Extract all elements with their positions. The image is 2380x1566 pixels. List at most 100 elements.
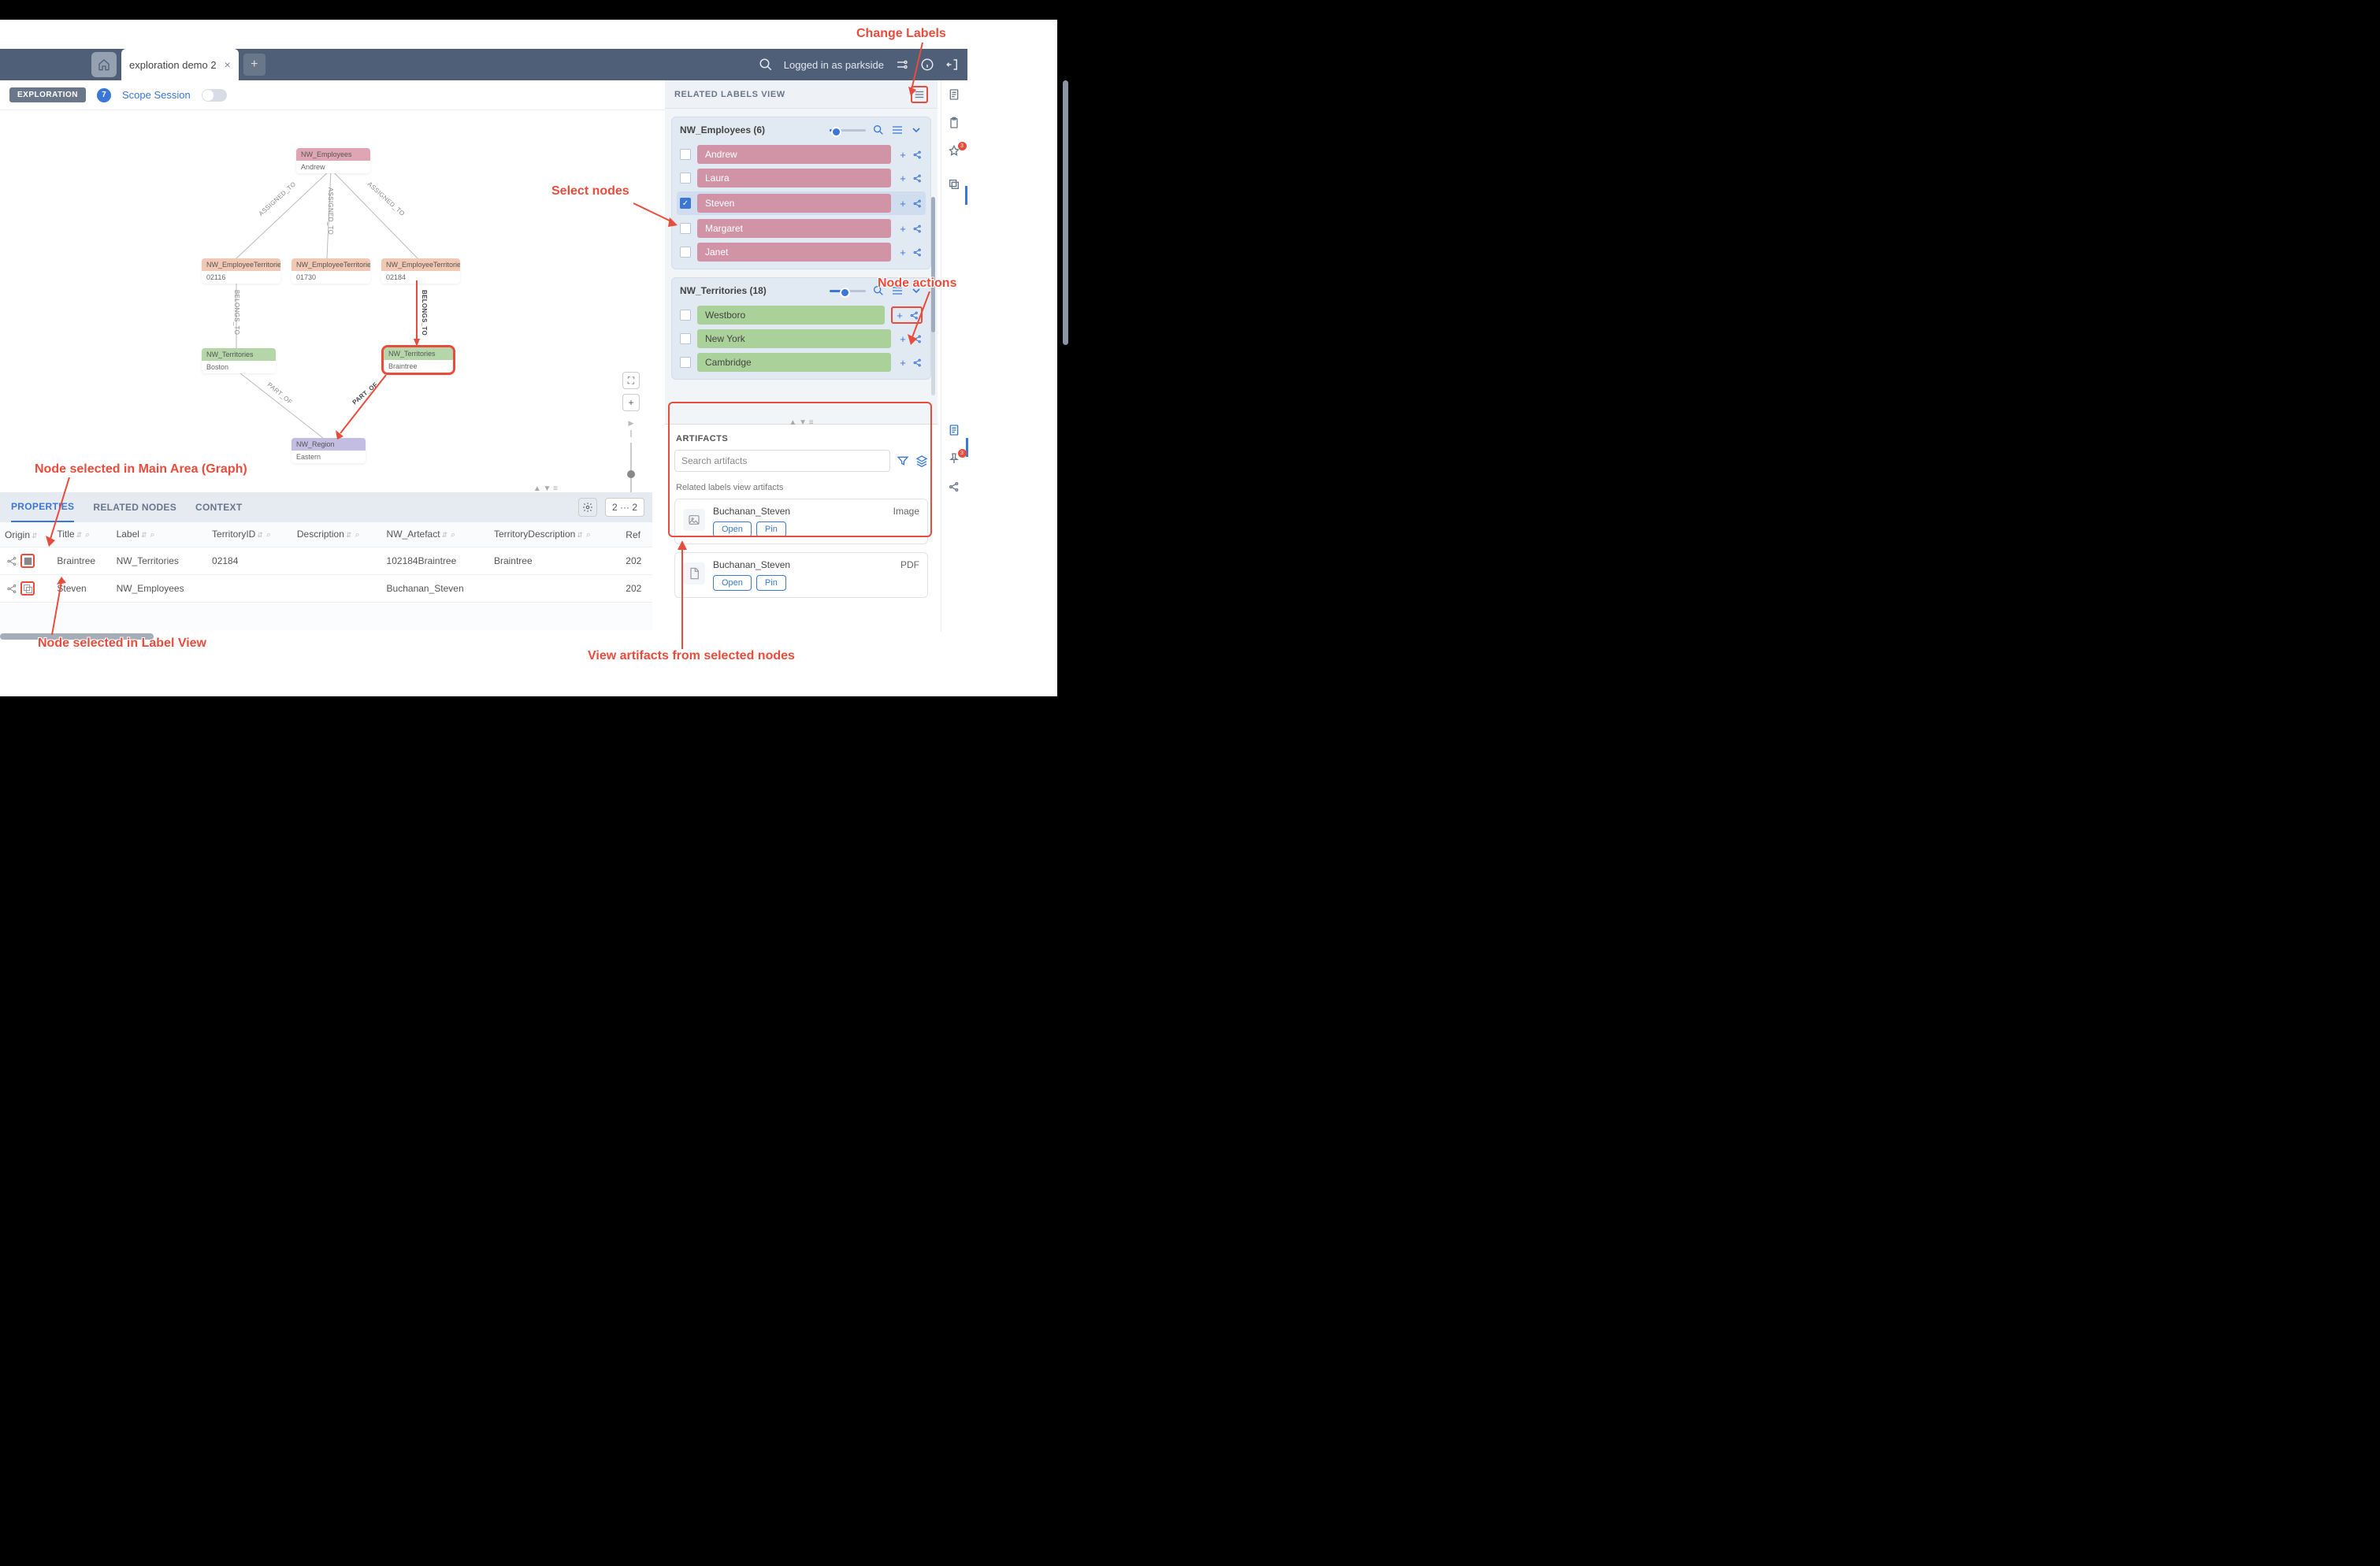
share-icon[interactable] — [912, 173, 923, 184]
checkbox[interactable] — [680, 149, 691, 160]
change-labels-button[interactable] — [911, 86, 928, 103]
checkbox[interactable] — [680, 310, 691, 321]
clipboard-icon[interactable] — [948, 117, 962, 131]
th-title: Title⇵⌕ — [52, 522, 111, 547]
filter-icon[interactable] — [897, 455, 909, 467]
pin-button[interactable]: Pin — [756, 575, 786, 591]
search-icon[interactable] — [872, 124, 885, 136]
add-icon[interactable]: + — [897, 173, 908, 184]
settings-button[interactable] — [578, 498, 597, 517]
edge-label: ASSIGNED_TO — [258, 180, 298, 217]
tab-related-nodes[interactable]: RELATED NODES — [93, 502, 176, 513]
th-ref: Ref — [621, 522, 652, 547]
document-icon[interactable] — [948, 88, 962, 102]
table-row[interactable]: Steven NW_Employees Buchanan_Steven 202 — [0, 575, 652, 603]
label-row[interactable]: Cambridge+ — [672, 351, 930, 374]
checkbox[interactable] — [680, 333, 691, 344]
pagination[interactable]: 2 ··· 2 — [605, 498, 644, 517]
tab-active[interactable]: exploration demo 2 × — [121, 49, 239, 80]
graph-canvas[interactable]: NW_Employees Andrew NW_EmployeeTerritori… — [0, 110, 665, 468]
add-icon[interactable]: + — [897, 247, 908, 258]
artifact-type: Image — [893, 506, 919, 517]
add-icon[interactable]: + — [897, 333, 908, 344]
add-icon[interactable]: + — [894, 310, 905, 321]
graph-node-t1[interactable]: NW_Territories Boston — [202, 348, 276, 373]
origin-graph-icon — [5, 581, 19, 596]
scope-session-link[interactable]: Scope Session — [122, 89, 191, 101]
tab-properties[interactable]: PROPERTIES — [11, 492, 74, 522]
graph-node-t2-selected[interactable]: NW_Territories Braintree — [381, 345, 455, 375]
pin-icon[interactable]: 3 — [948, 452, 962, 466]
pin-icon[interactable]: 3 — [948, 145, 962, 159]
layers-icon[interactable] — [915, 455, 928, 467]
label-row[interactable]: Margaret+ — [672, 217, 930, 240]
scope-count-badge: 7 — [97, 88, 111, 102]
label-row[interactable]: New York+ — [672, 327, 930, 351]
scope-toggle[interactable] — [202, 89, 227, 102]
graph-node-employees[interactable]: NW_Employees Andrew — [296, 148, 370, 173]
add-icon[interactable]: + — [897, 149, 908, 160]
panel-collapse-icon[interactable]: ▲ ▼ ≡ — [789, 418, 813, 427]
share-icon[interactable] — [912, 333, 923, 344]
checkbox[interactable] — [680, 357, 691, 368]
density-slider[interactable] — [830, 129, 866, 132]
pin-button[interactable]: Pin — [756, 521, 786, 537]
add-icon[interactable]: + — [897, 198, 908, 209]
artifact-type: PDF — [900, 559, 919, 570]
share-icon[interactable] — [948, 481, 962, 495]
annotation: Node selected in Main Area (Graph) — [35, 462, 247, 477]
share-icon[interactable] — [912, 357, 923, 368]
chevron-down-icon[interactable] — [910, 124, 923, 136]
panel-collapse-icon[interactable]: ▲ ▼ ≡ — [533, 484, 558, 493]
new-tab-button[interactable]: + — [243, 54, 265, 76]
search-icon[interactable] — [759, 58, 773, 72]
checkbox[interactable] — [680, 223, 691, 234]
info-icon[interactable] — [920, 58, 934, 72]
edge-label: BELONGS_TO — [233, 290, 240, 335]
checkbox[interactable] — [680, 247, 691, 258]
label-row[interactable]: Laura+ — [672, 166, 930, 190]
fullscreen-button[interactable]: ⛶ — [622, 372, 640, 389]
add-icon[interactable]: + — [897, 223, 908, 234]
checkbox-checked[interactable]: ✓ — [680, 198, 691, 209]
zoom-slider[interactable] — [630, 443, 632, 498]
share-icon[interactable] — [908, 310, 919, 321]
artifacts-title: ARTIFACTS — [665, 425, 938, 450]
annotation: Node selected in Label View — [38, 636, 206, 651]
menu-icon[interactable] — [891, 124, 904, 136]
label-row[interactable]: Westboro+ — [672, 303, 930, 327]
open-button[interactable]: Open — [713, 575, 752, 591]
outer-scrollbar[interactable] — [1063, 80, 1068, 345]
share-icon[interactable] — [912, 223, 923, 234]
document-icon[interactable] — [948, 424, 962, 438]
scrollbar-thumb[interactable] — [931, 197, 935, 332]
tab-context[interactable]: CONTEXT — [195, 502, 242, 513]
copy-icon[interactable] — [948, 178, 962, 192]
logout-icon[interactable] — [945, 58, 960, 72]
label-row[interactable]: Andrew+ — [672, 143, 930, 166]
share-icon[interactable] — [912, 149, 923, 160]
bottom-panel: ▲ ▼ ≡ PROPERTIES RELATED NODES CONTEXT 2… — [0, 492, 652, 630]
th-terrdesc: TerritoryDescription⇵⌕ — [489, 522, 621, 547]
zoom-in-button[interactable]: + — [622, 394, 640, 411]
graph-node-et1[interactable]: NW_EmployeeTerritories 02116 — [202, 258, 280, 284]
density-slider[interactable] — [830, 290, 866, 292]
home-button[interactable] — [91, 52, 117, 77]
label-row-selected[interactable]: ✓Steven+ — [677, 191, 926, 215]
artifacts-search[interactable]: Search artifacts — [674, 450, 890, 472]
graph-node-et2[interactable]: NW_EmployeeTerritories 01730 — [291, 258, 370, 284]
table-row[interactable]: Braintree NW_Territories 02184 102184Bra… — [0, 547, 652, 575]
label-group-name: NW_Territories (18) — [680, 285, 767, 296]
open-button[interactable]: Open — [713, 521, 752, 537]
label-row[interactable]: Janet+ — [672, 240, 930, 264]
tab-close-icon[interactable]: × — [217, 58, 231, 71]
origin-graph-icon — [5, 554, 19, 568]
th-artefact: NW_Artefact⇵⌕ — [382, 522, 489, 547]
annotation: View artifacts from selected nodes — [588, 649, 795, 663]
add-icon[interactable]: + — [897, 357, 908, 368]
share-icon[interactable] — [912, 247, 923, 258]
checkbox[interactable] — [680, 173, 691, 184]
settings-icon[interactable] — [895, 58, 909, 72]
artifacts-section-title: Related labels view artifacts — [665, 480, 938, 499]
share-icon[interactable] — [912, 198, 923, 209]
